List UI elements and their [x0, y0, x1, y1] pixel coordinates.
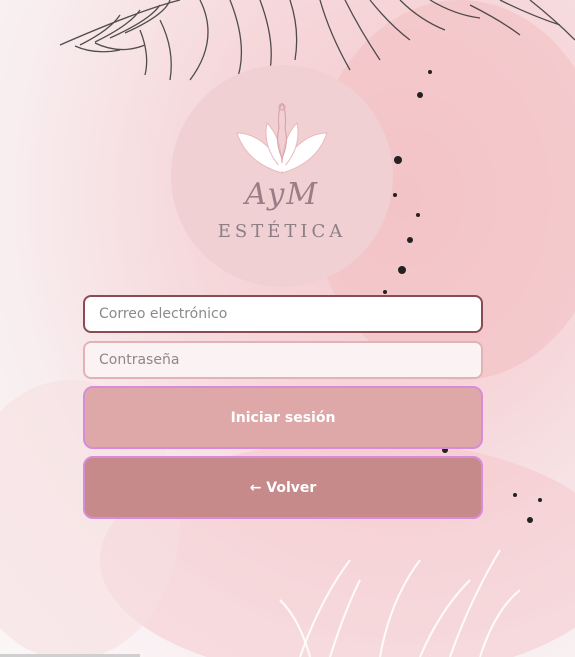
login-button[interactable]: Iniciar sesión [83, 386, 483, 449]
lotus-woman-icon [236, 103, 328, 174]
login-button-label: Iniciar sesión [230, 409, 336, 426]
back-button[interactable]: ← Volver [83, 456, 483, 519]
password-field[interactable] [83, 341, 483, 379]
logo-script-text: AyM [244, 177, 320, 212]
logo: AyM ESTÉTICA [171, 65, 393, 287]
email-field[interactable] [83, 295, 483, 333]
back-button-label: ← Volver [249, 479, 317, 496]
logo-wordmark: ESTÉTICA [217, 221, 347, 242]
